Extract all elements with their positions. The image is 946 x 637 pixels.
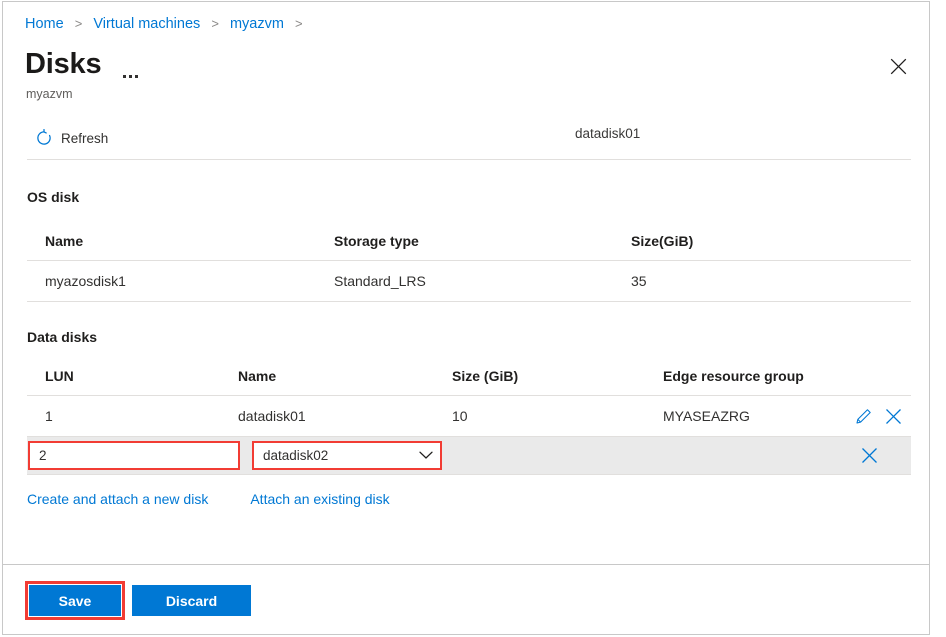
- attach-existing-disk-link[interactable]: Attach an existing disk: [250, 491, 389, 507]
- data-disks-section-title: Data disks: [27, 329, 97, 345]
- disk-name-dropdown[interactable]: datadisk02: [252, 441, 442, 470]
- lun-input[interactable]: [28, 441, 240, 470]
- command-toolbar: Refresh datadisk01: [3, 122, 929, 158]
- data-disks-column-name: Name: [238, 368, 452, 384]
- disks-blade: Home > Virtual machines > myazvm > Disks…: [2, 1, 930, 635]
- discard-button[interactable]: Discard: [132, 585, 251, 616]
- breadcrumb-separator-icon: >: [295, 16, 303, 31]
- title-row: Disks: [25, 44, 138, 84]
- os-disk-section-title: OS disk: [27, 189, 79, 205]
- os-disk-table: Name Storage type Size(GiB) myazosdisk1 …: [27, 222, 911, 302]
- os-disk-column-size: Size(GiB): [631, 233, 831, 249]
- remove-new-disk-button[interactable]: [857, 444, 881, 468]
- close-icon: [861, 447, 878, 464]
- breadcrumb-item-virtual-machines[interactable]: Virtual machines: [93, 16, 200, 32]
- more-menu-button[interactable]: [123, 44, 138, 84]
- table-row: myazosdisk1 Standard_LRS 35: [27, 261, 911, 302]
- disk-name-dropdown-value: datadisk02: [263, 448, 328, 463]
- data-disk-name: datadisk01: [238, 408, 452, 424]
- blade-content: Home > Virtual machines > myazvm > Disks…: [3, 2, 929, 564]
- refresh-button[interactable]: Refresh: [31, 122, 112, 154]
- ellipsis-icon: [123, 75, 126, 78]
- ellipsis-icon: [129, 75, 132, 78]
- refresh-icon: [35, 129, 53, 147]
- data-disks-table: LUN Name Size (GiB) Edge resource group …: [27, 357, 911, 475]
- toolbar-divider: [27, 159, 911, 160]
- save-button[interactable]: Save: [29, 585, 121, 616]
- os-disk-name: myazosdisk1: [27, 273, 334, 289]
- ellipsis-icon: [135, 75, 138, 78]
- close-icon: [890, 58, 907, 75]
- close-icon: [885, 408, 902, 425]
- data-disks-header-row: LUN Name Size (GiB) Edge resource group: [27, 357, 911, 396]
- data-disk-size: 10: [452, 408, 663, 424]
- breadcrumb-separator-icon: >: [211, 16, 219, 31]
- data-disk-lun: 1: [27, 408, 238, 424]
- data-disk-edit-row-actions: [857, 437, 911, 474]
- page-title: Disks: [25, 46, 101, 82]
- chevron-down-icon: [419, 451, 433, 460]
- data-disks-column-lun: LUN: [27, 368, 238, 384]
- close-blade-button[interactable]: [883, 51, 913, 81]
- pencil-icon: [855, 408, 872, 425]
- data-disks-column-edge-resource-group: Edge resource group: [663, 368, 863, 384]
- disk-action-links: Create and attach a new disk Attach an e…: [27, 491, 390, 507]
- breadcrumb-separator-icon: >: [75, 16, 83, 31]
- toolbar-disk-note: datadisk01: [575, 126, 640, 141]
- breadcrumb-item-home[interactable]: Home: [25, 16, 64, 32]
- refresh-button-label: Refresh: [61, 131, 108, 146]
- data-disk-row-actions: [851, 396, 911, 436]
- blade-footer: Save Discard: [3, 564, 929, 634]
- table-row: 1 datadisk01 10 MYASEAZRG: [27, 396, 911, 437]
- page-subtitle: myazvm: [26, 86, 73, 102]
- os-disk-header-row: Name Storage type Size(GiB): [27, 222, 911, 261]
- data-disk-edge-resource-group: MYASEAZRG: [663, 408, 863, 424]
- edit-disk-button[interactable]: [851, 404, 875, 428]
- breadcrumb: Home > Virtual machines > myazvm >: [25, 14, 310, 34]
- detach-disk-button[interactable]: [881, 404, 905, 428]
- os-disk-storage-type: Standard_LRS: [334, 273, 631, 289]
- os-disk-column-storage-type: Storage type: [334, 233, 631, 249]
- data-disks-column-size: Size (GiB): [452, 368, 663, 384]
- os-disk-column-name: Name: [27, 233, 334, 249]
- data-disk-edit-row: datadisk02: [27, 437, 911, 475]
- breadcrumb-item-myazvm[interactable]: myazvm: [230, 16, 284, 32]
- create-and-attach-new-disk-link[interactable]: Create and attach a new disk: [27, 491, 208, 507]
- os-disk-size: 35: [631, 273, 831, 289]
